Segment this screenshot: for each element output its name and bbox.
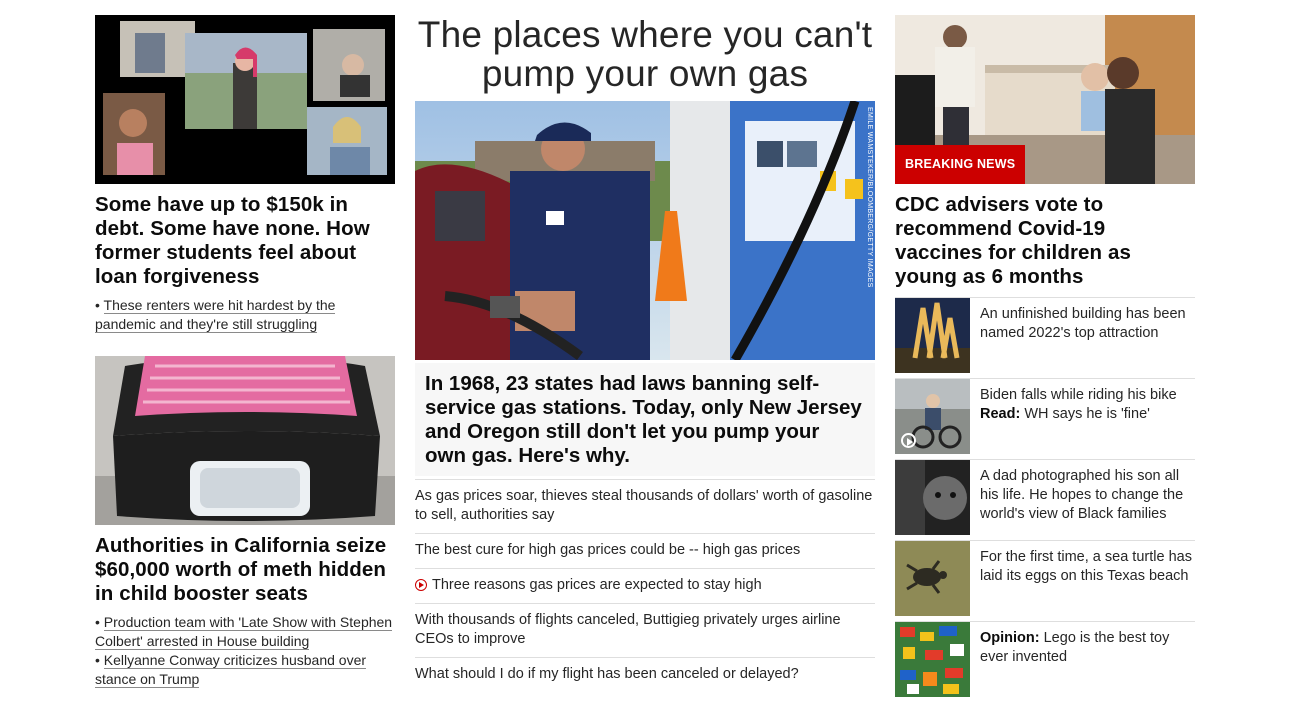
story-image-cdc[interactable]: BREAKING NEWS: [895, 15, 1195, 184]
main-lede: In 1968, 23 states had laws banning self…: [415, 363, 875, 476]
list-item[interactable]: For the first time, a sea turtle has lai…: [895, 540, 1195, 621]
related-link[interactable]: • Kellyanne Conway criticizes husband ov…: [95, 651, 395, 689]
related-link[interactable]: • Production team with 'Late Show with S…: [95, 613, 395, 651]
right-column: BREAKING NEWS CDC advisers vote to recom…: [895, 15, 1195, 702]
list-item-video[interactable]: Biden falls while riding his bike Read: W…: [895, 378, 1195, 459]
breaking-news-badge: BREAKING NEWS: [895, 145, 1026, 184]
story-headline-cdc[interactable]: CDC advisers vote to recommend Covid-19 …: [895, 193, 1195, 289]
story-image-student-loans[interactable]: [95, 15, 395, 184]
main-title: The places where you can't pump your own…: [417, 14, 873, 94]
thumbnail-basilica: [895, 298, 970, 373]
story-headline-meth-seizure[interactable]: Authorities in California seize $60,000 …: [95, 534, 395, 606]
list-item[interactable]: Opinion: Lego is the best toy ever inven…: [895, 621, 1195, 702]
related-links-list: As gas prices soar, thieves steal thousa…: [415, 479, 875, 692]
list-item[interactable]: A dad photographed his son all his life.…: [895, 459, 1195, 540]
gas-station-photo: [415, 101, 875, 360]
related-link[interactable]: • These renters were hit hardest by the …: [95, 296, 395, 334]
list-item-video[interactable]: Three reasons gas prices are expected to…: [415, 568, 875, 603]
main-lede-link[interactable]: In 1968, 23 states had laws banning self…: [415, 363, 875, 476]
thumbnail-dad-son: [895, 460, 970, 535]
main-title-link[interactable]: The places where you can't pump your own…: [415, 15, 875, 93]
right-story-list: An unfinished building has been named 20…: [895, 297, 1195, 702]
play-icon: [415, 579, 427, 591]
thumbnail-sea-turtle: [895, 541, 970, 616]
list-item[interactable]: An unfinished building has been named 20…: [895, 297, 1195, 378]
left-column: Some have up to $150k in debt. Some have…: [95, 15, 395, 689]
story-image-booster-seat[interactable]: [95, 356, 395, 525]
play-icon: [901, 433, 916, 448]
list-item[interactable]: As gas prices soar, thieves steal thousa…: [415, 479, 875, 533]
main-story-image[interactable]: EMILE WAMSTEKER/BLOOMBERG/GETTY IMAGES: [415, 101, 875, 360]
thumbnail-biden-bike: [895, 379, 970, 454]
photo-credit: EMILE WAMSTEKER/BLOOMBERG/GETTY IMAGES: [866, 107, 873, 288]
story-headline-student-loans[interactable]: Some have up to $150k in debt. Some have…: [95, 193, 395, 289]
thumbnail-lego: [895, 622, 970, 697]
collage-image: [95, 15, 395, 184]
list-item[interactable]: The best cure for high gas prices could …: [415, 533, 875, 568]
booster-seat-image: [95, 356, 395, 525]
main-column: The places where you can't pump your own…: [415, 15, 875, 692]
list-item[interactable]: What should I do if my flight has been c…: [415, 657, 875, 692]
list-item[interactable]: With thousands of flights canceled, Butt…: [415, 603, 875, 657]
